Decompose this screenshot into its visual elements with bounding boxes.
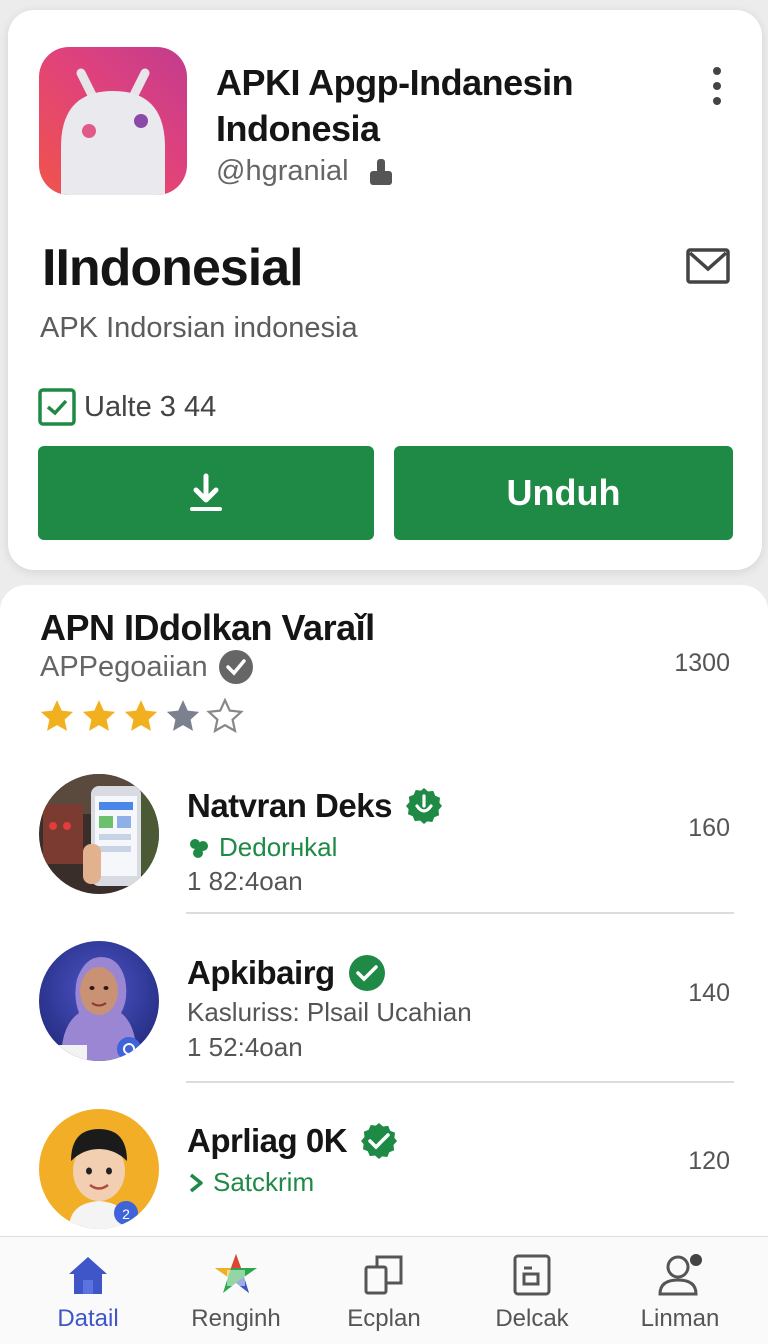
download-button[interactable] — [38, 446, 374, 540]
star-icon — [40, 700, 74, 731]
item-name: Aprliag 0K — [187, 1122, 348, 1159]
avatar — [39, 941, 159, 1061]
profile-icon — [656, 1251, 704, 1299]
recycle-icon — [190, 838, 208, 858]
app-handle: @hgranial — [216, 155, 349, 187]
checkbox-icon — [38, 388, 76, 426]
svg-text:2: 2 — [122, 1206, 130, 1222]
item-name: Apkibairg — [187, 954, 335, 991]
star-outline-icon — [206, 697, 244, 734]
thumbs-icon — [369, 158, 392, 185]
item-status-row: Satckrim — [187, 1167, 314, 1198]
mail-button[interactable] — [684, 242, 732, 290]
section-subtitle: APPegoaiian — [40, 650, 208, 683]
item-status: Kaslurіss: Plsail Ucahian — [187, 997, 472, 1027]
app-card: APKI Apgp-Indanesin Indonesia @hgranial … — [8, 10, 762, 570]
nav-item-linman[interactable]: Linman — [610, 1251, 750, 1344]
star-app-icon — [212, 1251, 260, 1299]
section-subtitle-row: APPegoaiian — [40, 649, 254, 685]
star-icon — [166, 700, 200, 731]
verified-badge-icon — [348, 955, 385, 991]
app-handle-row: @hgranial — [216, 155, 395, 188]
verified-badge-icon — [361, 1123, 398, 1159]
nav-label: Delcak — [495, 1305, 569, 1332]
bottom-nav: Datail Renginh Ecplan Delcak Linman — [0, 1236, 768, 1344]
nav-label: Ecplan — [347, 1305, 421, 1332]
more-options-button[interactable] — [702, 62, 732, 112]
update-status: Ualte 3 44 — [38, 388, 216, 426]
item-count: 140 — [688, 979, 730, 1007]
list-card: APN IDdolkan Varaǐl APPegoaiian 1300 Nat… — [0, 585, 768, 1285]
divider — [186, 912, 734, 914]
nav-item-ecplan[interactable]: Ecplan — [314, 1251, 454, 1344]
item-status: Dedorнkal — [219, 832, 338, 862]
verified-badge-icon — [405, 788, 442, 824]
item-status: Satckrim — [213, 1167, 315, 1197]
more-vertical-icon — [713, 67, 721, 105]
item-meta: 1 82:4oan — [187, 866, 303, 896]
app-subtitle: APK Indorsian indonesia — [40, 312, 358, 344]
app-logo-icon — [39, 47, 187, 195]
nav-label: Datail — [57, 1305, 119, 1332]
nav-label: Linman — [640, 1305, 720, 1332]
unduh-button[interactable]: Unduh — [394, 446, 733, 540]
star-icon — [82, 700, 116, 731]
item-meta: 1 52:4oan — [187, 1032, 303, 1062]
download-icon — [190, 473, 222, 511]
mail-icon — [686, 248, 730, 284]
item-count: 160 — [688, 814, 730, 842]
section-title: APN IDdolkan Varaǐl — [40, 607, 375, 648]
rating-stars — [38, 697, 244, 735]
item-status-row: Dedorнkal — [187, 832, 337, 863]
item-name-row: Apkibairg — [187, 953, 387, 993]
chevron-right-icon — [189, 1173, 203, 1192]
item-count: 120 — [688, 1147, 730, 1175]
copy-icon — [360, 1251, 408, 1299]
nav-item-renginh[interactable]: Renginh — [166, 1251, 306, 1344]
update-label: Ualte 3 44 — [84, 390, 217, 423]
verified-icon — [218, 650, 253, 684]
nav-item-datail[interactable]: Datail — [18, 1251, 158, 1344]
nav-label: Renginh — [191, 1305, 281, 1332]
avatar: 2 — [39, 1109, 159, 1229]
document-icon — [508, 1251, 556, 1299]
divider — [186, 1081, 734, 1083]
page-title: IIndonesial — [42, 239, 304, 297]
nav-item-delcak[interactable]: Delcak — [462, 1251, 602, 1344]
section-count: 1300 — [674, 649, 730, 677]
home-icon — [64, 1251, 112, 1299]
list-item[interactable]: Apkibairg Kaslurіss: Plsail Ucahian 1 52… — [0, 937, 768, 1105]
item-name: Natvran Deks — [187, 787, 392, 824]
item-name-row: Natvran Deks — [187, 786, 444, 826]
item-name-row: Aprliag 0K — [187, 1121, 399, 1161]
star-icon — [124, 700, 158, 731]
avatar — [39, 774, 159, 894]
app-title: APKI Apgp-Indanesin Indonesia — [216, 62, 574, 149]
